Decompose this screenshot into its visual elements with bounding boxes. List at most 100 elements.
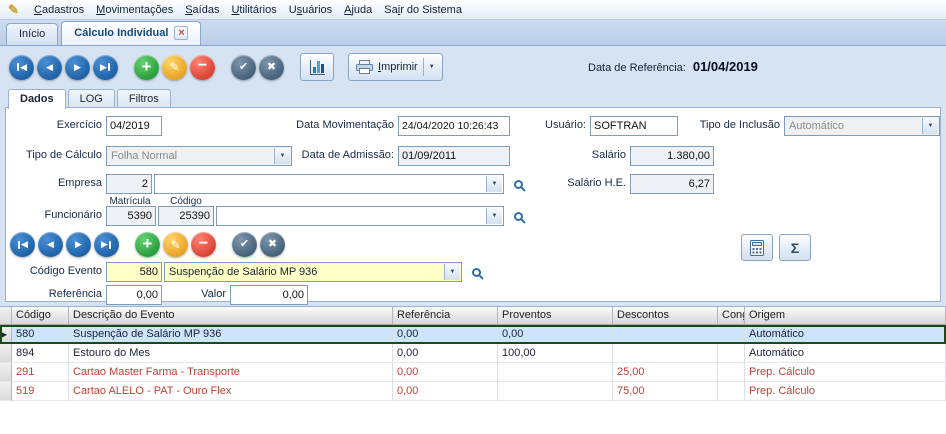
tab-filtros[interactable]: Filtros: [117, 89, 171, 109]
funcionario-codigo-input[interactable]: [158, 206, 214, 226]
cell-referencia: 0,00: [393, 382, 498, 401]
print-button[interactable]: Imprimir ▼: [348, 53, 443, 81]
salario-he-input[interactable]: [630, 174, 714, 194]
pencil-icon: ✎: [8, 2, 19, 18]
chevron-down-icon[interactable]: ▼: [444, 264, 460, 280]
data-movimentacao-input[interactable]: [398, 116, 510, 136]
chart-button[interactable]: [300, 53, 334, 81]
dados-panel: Exercício Data Movimentação Usuário: Tip…: [5, 107, 941, 302]
funcionario-search-button[interactable]: [508, 206, 528, 226]
menu-movimentacoes[interactable]: Movimentações: [90, 2, 179, 18]
previous-record-button[interactable]: ◀: [37, 55, 62, 80]
check-icon: ✔: [239, 62, 248, 73]
previous-record-icon: ◀: [47, 240, 54, 249]
tab-calculo-individual[interactable]: Cálculo Individual ×: [61, 21, 201, 45]
grid-header-origem[interactable]: Origem: [745, 307, 946, 325]
menu-sair-do-sistema[interactable]: Sair do Sistema: [378, 2, 468, 18]
cell-cong: [718, 382, 745, 401]
event-first-button[interactable]: ◀: [10, 232, 35, 257]
usuario-input[interactable]: [590, 116, 678, 136]
chevron-down-icon[interactable]: ▼: [486, 208, 502, 224]
salario-input[interactable]: [630, 146, 714, 166]
check-icon: ✔: [240, 239, 249, 250]
edit-button[interactable]: ✎: [162, 55, 187, 80]
bar-chart-icon: [310, 60, 325, 75]
cell-descontos: [613, 325, 718, 344]
grid-header-indicator: [0, 307, 12, 325]
cell-codigo: 291: [12, 363, 69, 382]
event-next-button[interactable]: ▶: [66, 232, 91, 257]
chevron-down-icon[interactable]: ▼: [486, 176, 502, 192]
referencia-label: Referência: [14, 288, 102, 300]
event-last-button[interactable]: ▶: [94, 232, 119, 257]
tab-log[interactable]: LOG: [68, 89, 115, 109]
grid-header-codigo[interactable]: Código: [12, 307, 69, 325]
tipo-inclusao-label: Tipo de Inclusão: [694, 119, 780, 131]
search-icon: [472, 268, 481, 277]
tipo-calculo-select[interactable]: Folha Normal ▼: [106, 146, 292, 166]
table-row-894[interactable]: 894 Estouro do Mes 0,00 100,00 Automátic…: [0, 344, 946, 363]
cancel-button[interactable]: ✖: [259, 55, 284, 80]
close-tab-icon[interactable]: ×: [174, 26, 188, 40]
menu-ajuda[interactable]: Ajuda: [338, 2, 378, 18]
grid-header-proventos[interactable]: Proventos: [498, 307, 613, 325]
table-row-519[interactable]: 519 Cartao ALELO - PAT - Ouro Flex 0,00 …: [0, 382, 946, 401]
chevron-down-icon[interactable]: ▼: [922, 118, 938, 134]
first-record-button[interactable]: ◀: [9, 55, 34, 80]
event-add-button[interactable]: +: [135, 232, 160, 257]
event-delete-button[interactable]: −: [191, 232, 216, 257]
event-previous-button[interactable]: ◀: [38, 232, 63, 257]
evento-descricao-value: Suspenção de Salário MP 936: [169, 266, 317, 278]
codigo-evento-input[interactable]: [106, 262, 162, 282]
evento-descricao-select[interactable]: Suspenção de Salário MP 936 ▼: [164, 262, 462, 282]
matricula-input[interactable]: [106, 206, 156, 226]
cell-proventos: 100,00: [498, 344, 613, 363]
menu-usuarios[interactable]: Usuários: [283, 2, 338, 18]
event-cancel-button[interactable]: ✖: [260, 232, 285, 257]
grid-header-referencia[interactable]: Referência: [393, 307, 498, 325]
funcionario-label: Funcionário: [14, 209, 102, 221]
first-record-icon: ◀: [20, 63, 27, 72]
tab-inicio[interactable]: Início: [6, 23, 58, 45]
calculator-button[interactable]: [741, 234, 773, 261]
last-record-button[interactable]: ▶: [93, 55, 118, 80]
evento-search-button[interactable]: [466, 262, 486, 282]
funcionario-select[interactable]: ▼: [216, 206, 504, 226]
exercicio-input[interactable]: [106, 116, 162, 136]
data-admissao-input[interactable]: [398, 146, 510, 166]
cell-referencia: 0,00: [393, 344, 498, 363]
tab-dados[interactable]: Dados: [8, 89, 66, 109]
grid-header-descricao[interactable]: Descrição do Evento: [69, 307, 393, 325]
empresa-select[interactable]: ▼: [154, 174, 504, 194]
menu-saidas[interactable]: Saídas: [179, 2, 225, 18]
reference-date-label: Data de Referência:: [588, 62, 686, 74]
sum-button[interactable]: Σ: [779, 234, 811, 261]
confirm-button[interactable]: ✔: [231, 55, 256, 80]
tipo-inclusao-select[interactable]: Automático ▼: [784, 116, 940, 136]
add-button[interactable]: +: [134, 55, 159, 80]
first-record-icon: ◀: [21, 240, 28, 249]
tipo-calculo-label: Tipo de Cálculo: [14, 149, 102, 161]
empresa-codigo-input[interactable]: [106, 174, 152, 194]
cell-origem: Automático: [745, 344, 946, 363]
row-marker-icon: ▶: [0, 325, 12, 344]
cell-descontos: 25,00: [613, 363, 718, 382]
table-row-291[interactable]: 291 Cartao Master Farma - Transporte 0,0…: [0, 363, 946, 382]
cell-codigo: 894: [12, 344, 69, 363]
cell-codigo: 519: [12, 382, 69, 401]
delete-button[interactable]: −: [190, 55, 215, 80]
row-indicator: [0, 363, 12, 382]
print-dropdown-icon[interactable]: ▼: [429, 64, 435, 70]
referencia-input[interactable]: [106, 285, 162, 305]
next-record-button[interactable]: ▶: [65, 55, 90, 80]
empresa-search-button[interactable]: [508, 174, 528, 194]
table-row-580[interactable]: ▶ 580 Suspenção de Salário MP 936 0,00 0…: [0, 325, 946, 344]
menu-cadastros[interactable]: Cadastros: [28, 2, 90, 18]
grid-header-descontos[interactable]: Descontos: [613, 307, 718, 325]
valor-input[interactable]: [230, 285, 308, 305]
event-edit-button[interactable]: ✎: [163, 232, 188, 257]
event-confirm-button[interactable]: ✔: [232, 232, 257, 257]
calculator-icon: [750, 240, 764, 256]
menu-utilitarios[interactable]: Utilitários: [225, 2, 282, 18]
grid-header-cong[interactable]: Cong.: [718, 307, 745, 325]
